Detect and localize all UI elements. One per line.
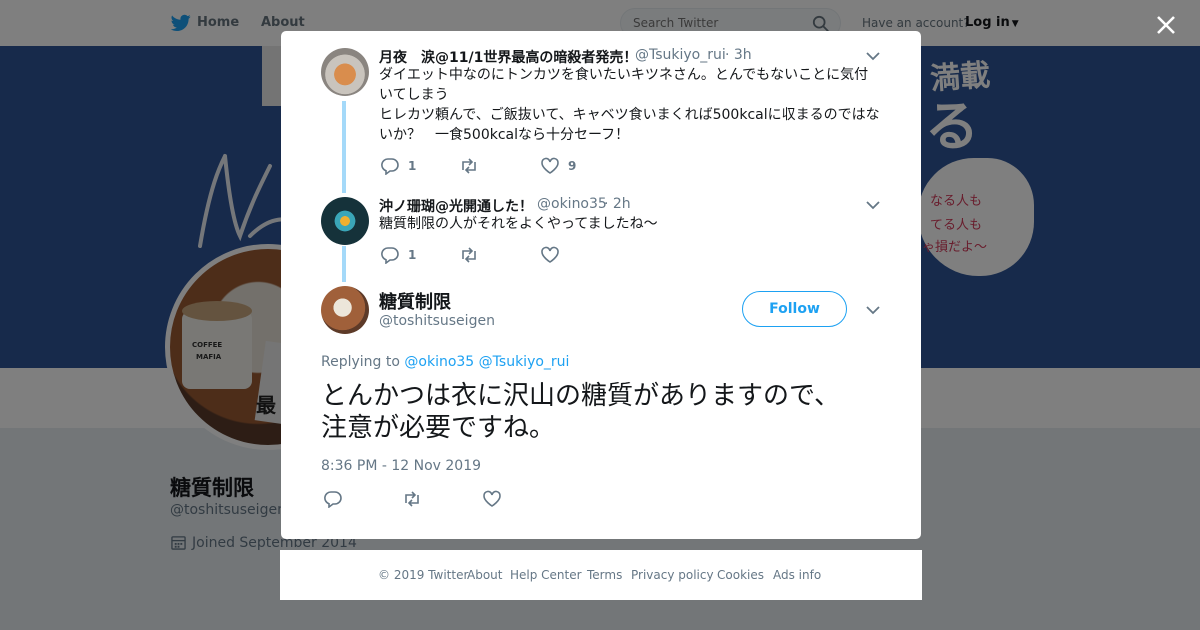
tweet-avatar[interactable] xyxy=(321,48,369,96)
retweet-icon[interactable] xyxy=(402,490,422,508)
tweet-text-line: 糖質制限の人がそれをよくやってましたね〜 xyxy=(379,216,658,232)
tweet-modal: 月夜 涙@11/1世界最高の暗殺者発売！ @Tsukiyo_rui · 3h ダ… xyxy=(281,31,921,539)
like-icon[interactable] xyxy=(482,490,502,508)
tweet-time[interactable]: · 2h xyxy=(604,196,631,212)
footer-privacy-link[interactable]: Privacy policy xyxy=(631,568,714,582)
footer-terms-link[interactable]: Terms xyxy=(587,568,622,582)
chevron-down-icon[interactable] xyxy=(866,200,880,210)
follow-button[interactable]: Follow xyxy=(742,291,847,327)
like-icon[interactable] xyxy=(540,246,560,264)
retweet-icon[interactable] xyxy=(459,157,479,175)
tweet-avatar[interactable] xyxy=(321,197,369,245)
retweet-icon[interactable] xyxy=(459,246,479,264)
reply-count: 1 xyxy=(408,159,417,173)
replying-to-label: Replying to xyxy=(321,354,400,370)
reply-to-link[interactable]: @Tsukiyo_rui xyxy=(479,354,570,370)
main-tweet-text: とんかつは衣に沢山の糖質がありますので、 注意が必要ですね。 xyxy=(321,380,891,444)
like-icon[interactable] xyxy=(540,157,560,175)
chevron-down-icon[interactable] xyxy=(866,51,880,61)
tweet-text-line: ヒレカツ頼んで、ご飯抜いて、キャベツ食いまくれば500kcalに収まるのではな xyxy=(379,107,880,123)
reply-icon[interactable] xyxy=(380,157,400,175)
footer-cookies-link[interactable]: Cookies xyxy=(717,568,764,582)
footer-help-link[interactable]: Help Center xyxy=(510,568,582,582)
reply-icon[interactable] xyxy=(323,490,343,508)
tweet-author-handle[interactable]: @okino35 xyxy=(537,196,607,212)
thread-line xyxy=(342,101,346,193)
replying-to: Replying to @okino35 @Tsukiyo_rui xyxy=(321,354,569,370)
chevron-down-icon[interactable] xyxy=(866,305,880,315)
tweet-author-handle[interactable]: @Tsukiyo_rui xyxy=(635,47,726,63)
reply-to-link[interactable]: @okino35 xyxy=(404,354,474,370)
tweet-text-line: いてしまう xyxy=(379,87,449,103)
footer-copyright: © 2019 Twitter xyxy=(378,568,469,582)
main-tweet-text-line: 注意が必要ですね。 xyxy=(321,413,556,443)
modal-footer: © 2019 Twitter About Help Center Terms P… xyxy=(280,550,922,600)
footer-about-link[interactable]: About xyxy=(467,568,502,582)
main-tweet-author-name[interactable]: 糖質制限 xyxy=(379,288,451,314)
main-tweet-avatar[interactable] xyxy=(321,286,369,334)
main-tweet-text-line: とんかつは衣に沢山の糖質がありますので、 xyxy=(321,381,840,411)
tweet-text-line: ダイエット中なのにトンカツを食いたいキツネさん。とんでもないことに気付 xyxy=(379,67,869,83)
close-icon[interactable] xyxy=(1152,11,1180,39)
main-tweet-timestamp[interactable]: 8:36 PM - 12 Nov 2019 xyxy=(321,458,481,474)
reply-count: 1 xyxy=(408,248,417,262)
like-count: 9 xyxy=(568,159,577,173)
main-tweet-author-handle[interactable]: @toshitsuseigen xyxy=(379,313,495,329)
reply-icon[interactable] xyxy=(380,246,400,264)
tweet-text-line: いか？ 一食500kcalなら十分セーフ！ xyxy=(379,127,630,143)
tweet-author-name[interactable]: 月夜 涙@11/1世界最高の暗殺者発売！ xyxy=(379,47,637,67)
footer-ads-link[interactable]: Ads info xyxy=(773,568,821,582)
tweet-time[interactable]: · 3h xyxy=(725,47,752,63)
tweet-author-name[interactable]: 沖ノ珊瑚@光開通した！ xyxy=(379,196,533,216)
thread-line xyxy=(342,246,346,282)
